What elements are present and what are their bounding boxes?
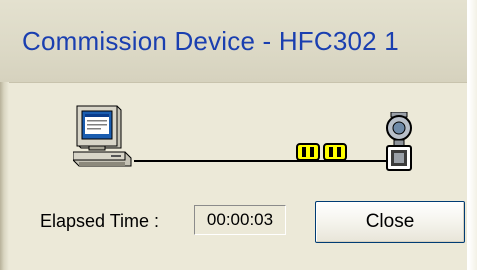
commission-device-dialog: Commission Device - HFC302 1 Elapsed Tim… bbox=[0, 0, 477, 270]
connection-line bbox=[134, 160, 386, 162]
window-right-edge bbox=[467, 0, 477, 270]
close-button[interactable]: Close bbox=[315, 201, 465, 243]
elapsed-time-label: Elapsed Time : bbox=[40, 211, 160, 231]
window-left-border bbox=[0, 82, 9, 270]
modem-connector-icon bbox=[296, 143, 347, 161]
computer-icon bbox=[73, 105, 132, 167]
title-bar[interactable]: Commission Device - HFC302 1 bbox=[0, 0, 477, 83]
field-device-icon bbox=[386, 112, 412, 171]
elapsed-time-value: 00:00:03 bbox=[194, 205, 286, 235]
window-title: Commission Device - HFC302 1 bbox=[22, 26, 399, 56]
